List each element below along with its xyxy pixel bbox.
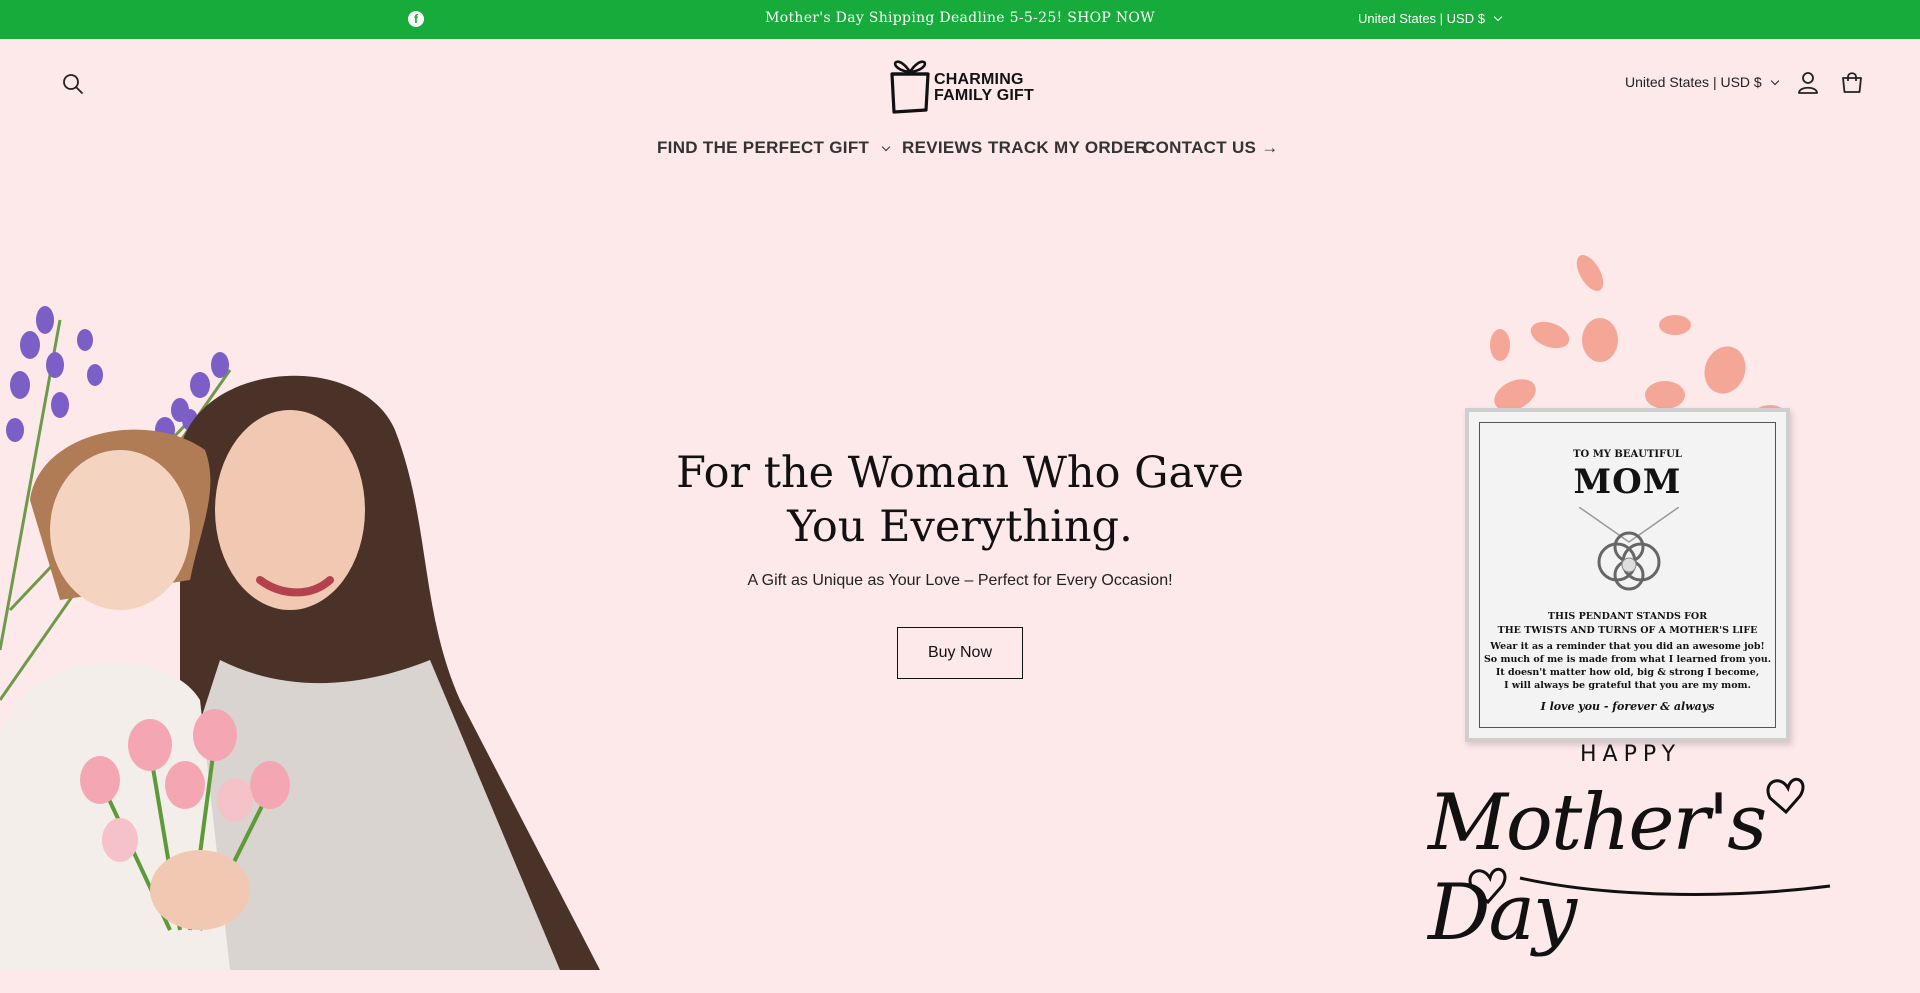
account-icon[interactable] <box>1797 71 1819 95</box>
mothers-day-text: Mother's Day <box>1428 778 1767 958</box>
gift-box-logo-icon <box>890 60 930 114</box>
hero-title: For the Woman Who Gave You Everything. <box>660 446 1260 554</box>
announcement-bar: f Mother's Day Shipping Deadline 5-5-25!… <box>0 0 1920 39</box>
hero-subtitle: A Gift as Unique as Your Love – Perfect … <box>747 572 1173 589</box>
brand-name: CHARMING FAMILY GIFT <box>934 72 1034 104</box>
product-necklace-box: TO MY BEAUTIFUL MOM THIS PENDANT STANDS … <box>1465 408 1790 742</box>
search-icon[interactable] <box>62 73 84 95</box>
rose-petals-image <box>1490 254 1786 415</box>
card-body-line: I will always be grateful that you are m… <box>1504 680 1751 691</box>
chevron-down-icon <box>881 142 891 152</box>
card-body-line: It doesn't matter how old, big & strong … <box>1495 667 1760 678</box>
country-label: United States | USD $ <box>1625 74 1762 90</box>
cart-icon[interactable] <box>1840 71 1864 95</box>
nav-contact[interactable]: CONTACT US → <box>1143 138 1279 158</box>
buy-now-button[interactable]: Buy Now <box>897 627 1023 679</box>
card-body-line: Wear it as a reminder that you did an aw… <box>1490 641 1765 652</box>
announcement-country-selector[interactable]: United States | USD $ <box>1358 11 1503 26</box>
brand-line-1: CHARMING <box>934 71 1024 88</box>
nav-reviews[interactable]: REVIEWS <box>902 138 983 158</box>
announcement-country-label: United States | USD $ <box>1358 11 1485 26</box>
chevron-down-icon <box>1493 12 1503 22</box>
country-selector[interactable]: United States | USD $ <box>1625 74 1779 90</box>
nav-track-order[interactable]: TRACK MY ORDER <box>988 138 1148 158</box>
site-logo[interactable]: CHARMING FAMILY GIFT <box>886 52 1036 114</box>
card-headline-1: THIS PENDANT STANDS FOR <box>1547 611 1708 622</box>
card-headline-2: THE TWISTS AND TURNS OF A MOTHER'S LIFE <box>1497 625 1758 636</box>
card-body: Wear it as a reminder that you did an aw… <box>1469 640 1786 692</box>
nav-find-gift-label: FIND THE PERFECT GIFT <box>657 138 870 157</box>
chevron-down-icon <box>1770 76 1779 86</box>
nav-find-gift[interactable]: FIND THE PERFECT GIFT <box>657 138 891 158</box>
hero-title-line-2: You Everything. <box>787 502 1133 552</box>
card-signature: I love you - forever & always <box>1540 700 1715 713</box>
card-body-line: So much of me is made from what I learne… <box>1483 654 1772 665</box>
hero-title-line-1: For the Woman Who Gave <box>676 448 1244 498</box>
announcement-link[interactable]: Mother's Day Shipping Deadline 5-5-25! S… <box>0 10 1920 26</box>
card-mom: MOM <box>1573 462 1682 502</box>
brand-line-2: FAMILY GIFT <box>934 87 1034 104</box>
main-nav: FIND THE PERFECT GIFT REVIEWS TRACK MY O… <box>0 138 1920 160</box>
mother-daughter-image <box>0 306 600 970</box>
pendant-icon <box>1579 507 1679 591</box>
card-to: TO MY BEAUTIFUL <box>1573 449 1682 460</box>
card-headline: THIS PENDANT STANDS FOR THE TWISTS AND T… <box>1469 610 1786 638</box>
